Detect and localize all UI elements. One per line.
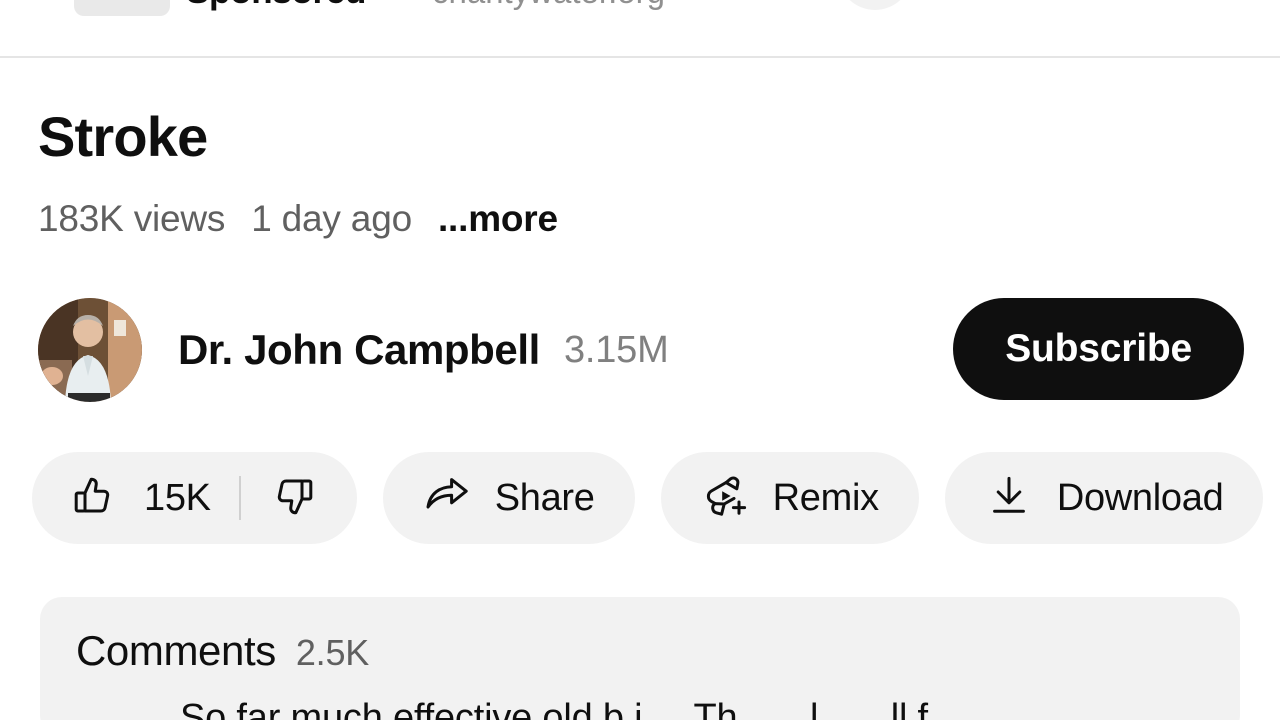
download-icon — [985, 472, 1033, 525]
subscriber-count: 3.15M — [563, 328, 669, 371]
channel-name[interactable]: Dr. John Campbell — [178, 326, 540, 374]
video-meta-row[interactable]: 183K views 1 day ago ...more — [38, 198, 558, 240]
show-more-link[interactable]: ...more — [438, 198, 558, 240]
header-divider — [0, 56, 1280, 58]
subscribe-button[interactable]: Subscribe — [953, 298, 1244, 400]
share-arrow-icon — [423, 472, 471, 525]
comments-count: 2.5K — [295, 632, 370, 673]
like-dislike-divider — [238, 476, 241, 520]
download-button[interactable]: Download — [944, 452, 1264, 544]
channel-avatar[interactable] — [38, 298, 142, 402]
remix-label: Remix — [772, 476, 879, 519]
like-dislike-group: 15K — [32, 452, 357, 544]
comments-card[interactable]: Comments 2.5K So far much effective old … — [40, 597, 1240, 720]
thumbs-down-icon[interactable] — [269, 472, 317, 525]
channel-row: Dr. John Campbell 3.15M Subscribe — [38, 296, 1244, 404]
download-label: Download — [1056, 476, 1224, 519]
like-count: 15K — [144, 476, 211, 519]
comment-preview-text: So far much effective old b i ... Th . .… — [180, 697, 928, 720]
action-buttons-row: 15K Share Remix Download — [32, 452, 1280, 544]
sponsored-ad-strip[interactable]: Sponsored charitywater.org — [0, 0, 1280, 18]
comments-title: Comments — [76, 627, 276, 674]
ad-sponsored-label: Sponsored — [186, 0, 366, 12]
thumbs-up-icon[interactable] — [70, 472, 118, 525]
video-title: Stroke — [38, 105, 208, 168]
ad-domain-text: charitywater.org — [432, 0, 665, 11]
comments-header: Comments 2.5K — [76, 627, 369, 675]
remix-button[interactable]: Remix — [660, 452, 919, 544]
youtube-watch-page: Sponsored charitywater.org Stroke 183K v… — [0, 0, 1280, 720]
remix-icon — [701, 472, 749, 525]
share-button[interactable]: Share — [382, 452, 635, 544]
publish-date: 1 day ago — [251, 198, 412, 239]
advertiser-avatar-placeholder — [838, 0, 912, 10]
dislike-button[interactable] — [269, 472, 339, 525]
view-count: 183K views — [38, 198, 226, 239]
ad-thumbnail-placeholder — [74, 0, 170, 16]
share-label: Share — [494, 476, 595, 519]
